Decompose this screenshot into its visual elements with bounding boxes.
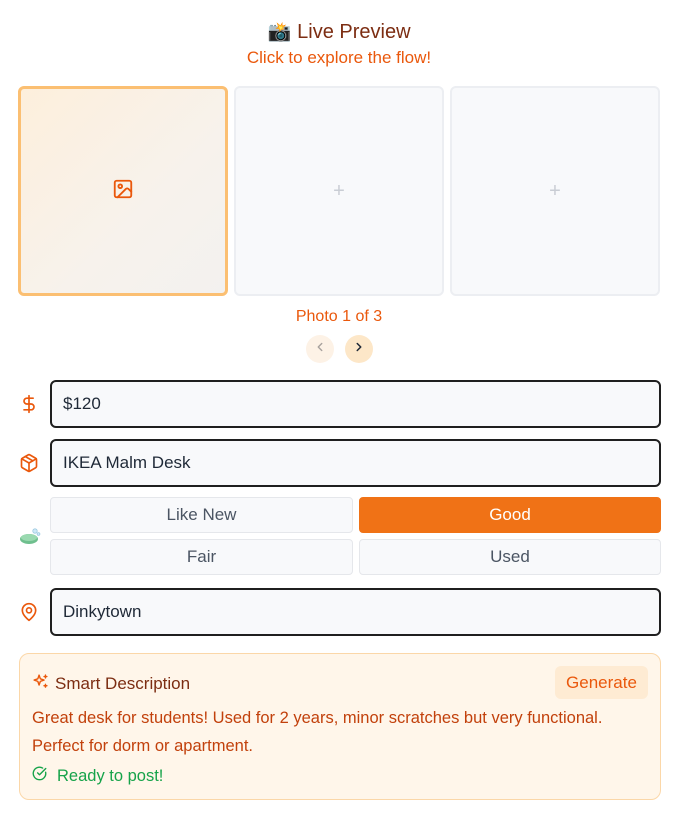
- chevron-right-icon: [352, 340, 366, 359]
- photo-nav: [306, 335, 373, 363]
- photo-slot-1[interactable]: [18, 86, 228, 296]
- page-subtitle: Click to explore the flow!: [246, 48, 432, 67]
- generated-description: Great desk for students! Used for 2 year…: [32, 709, 603, 755]
- ready-status-text: Ready to post!: [57, 766, 164, 785]
- condition-good-button[interactable]: Good: [359, 497, 661, 533]
- condition-fair-button[interactable]: Fair: [50, 539, 353, 575]
- page-title: 📸 Live Preview: [0, 18, 678, 47]
- next-photo-button[interactable]: [345, 335, 373, 363]
- photo-counter: Photo 1 of 3: [295, 308, 383, 325]
- soap-icon: [18, 526, 42, 546]
- smart-description-title: Smart Description: [55, 674, 191, 693]
- smart-description-card: Smart Description Generate Great desk fo…: [19, 653, 661, 800]
- camera-icon: 📸: [267, 22, 292, 43]
- dollar-icon: [19, 394, 39, 414]
- photo-slot-2[interactable]: +: [234, 86, 444, 296]
- generate-button[interactable]: Generate: [555, 666, 648, 699]
- location-input[interactable]: Dinkytown: [50, 588, 661, 636]
- condition-like-new-button[interactable]: Like New: [50, 497, 353, 533]
- condition-used-button[interactable]: Used: [359, 539, 661, 575]
- page-title-text: Live Preview: [297, 21, 411, 43]
- sparkles-icon: [32, 673, 49, 695]
- item-title-input[interactable]: IKEA Malm Desk: [50, 439, 661, 487]
- plus-icon: +: [549, 179, 561, 202]
- preview-header: 📸 Live Preview Click to explore the flow!: [0, 18, 678, 69]
- condition-selector: Like New Good Fair Used: [50, 497, 661, 575]
- prev-photo-button[interactable]: [306, 335, 334, 363]
- map-pin-icon: [19, 602, 39, 622]
- smart-description-header: Smart Description: [32, 673, 190, 695]
- ready-status: Ready to post!: [32, 766, 163, 786]
- price-input[interactable]: $120: [50, 380, 661, 428]
- check-circle-icon: [32, 766, 47, 786]
- photo-slot-3[interactable]: +: [450, 86, 660, 296]
- image-icon: [112, 178, 134, 205]
- chevron-left-icon: [313, 340, 327, 359]
- plus-icon: +: [333, 179, 345, 202]
- package-icon: [19, 453, 39, 473]
- photo-strip: + +: [18, 86, 661, 296]
